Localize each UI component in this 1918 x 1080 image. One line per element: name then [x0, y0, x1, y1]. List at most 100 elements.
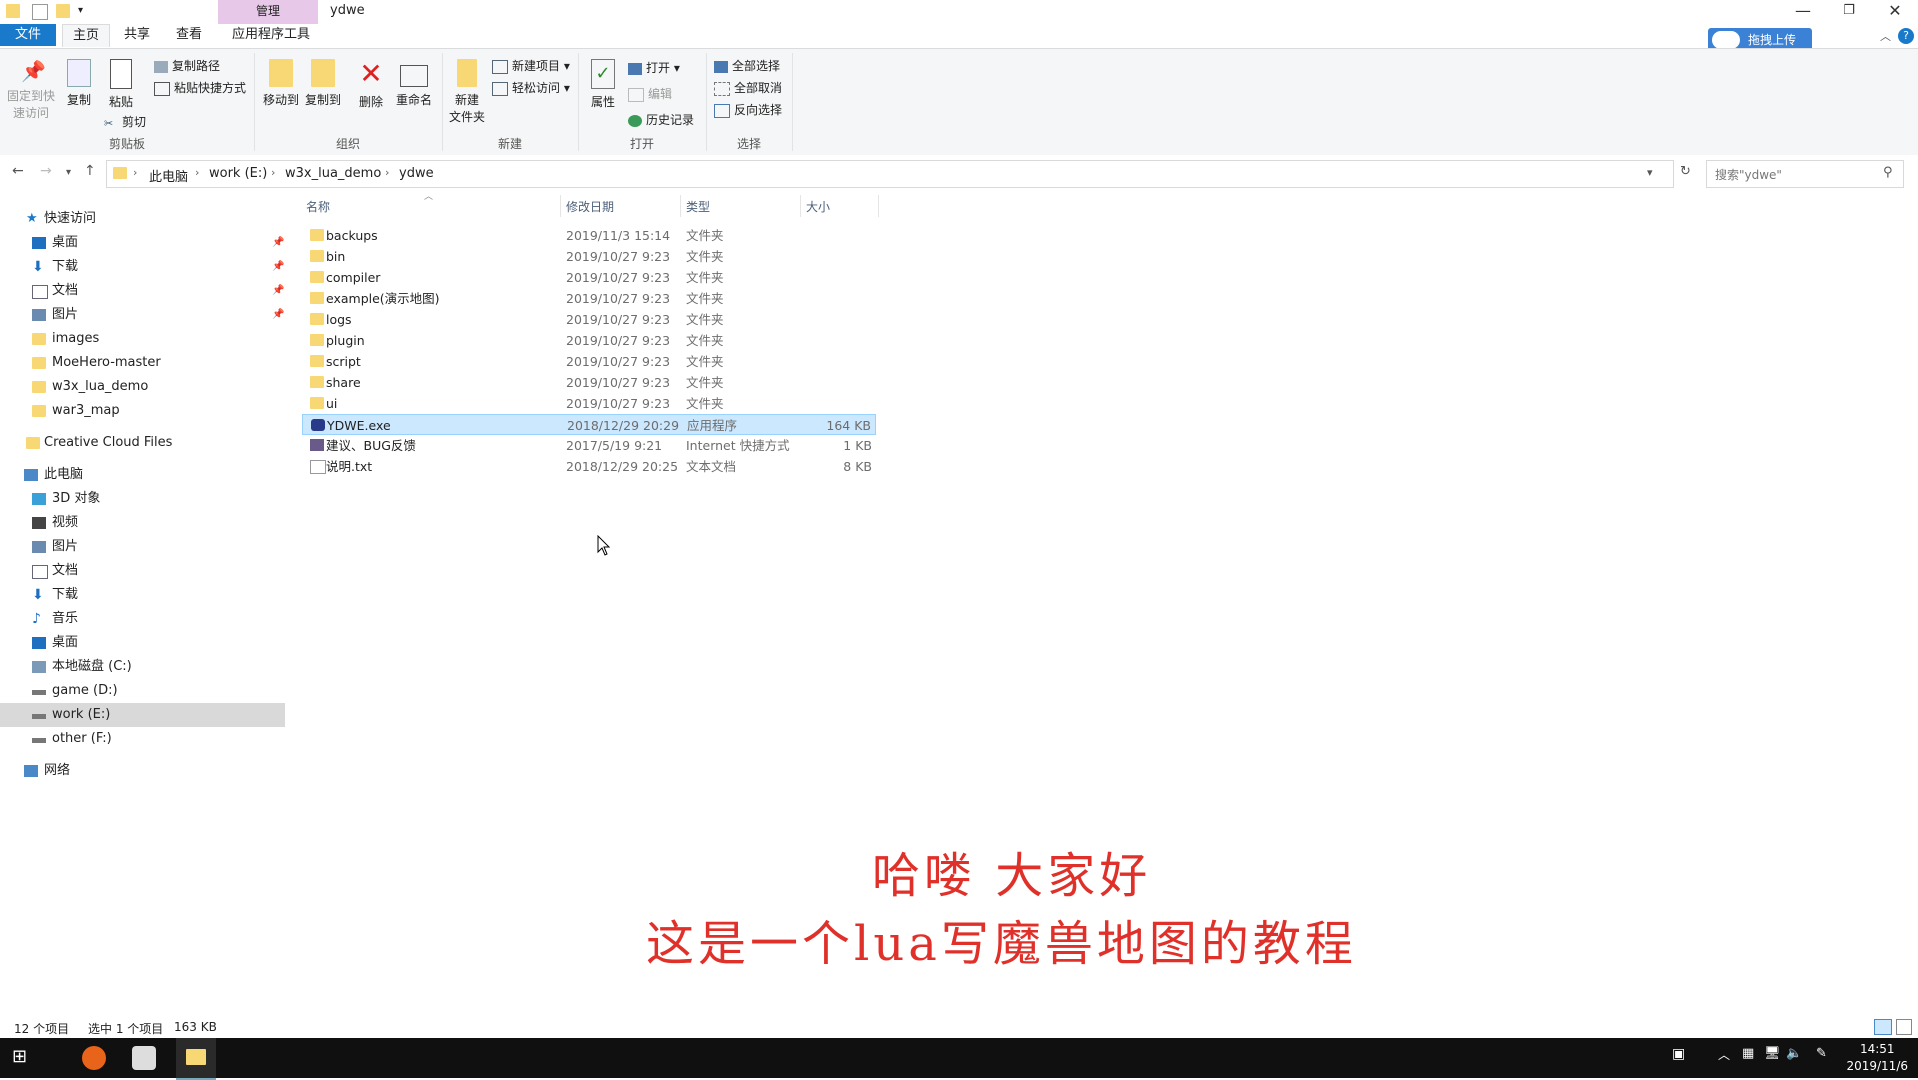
- nav-item-3d-objects[interactable]: 3D 对象: [0, 487, 285, 511]
- file-row-logs[interactable]: logs 2019/10/27 9:23 文件夹: [302, 309, 876, 330]
- system-tray-app-icon[interactable]: ▣: [1672, 1046, 1696, 1070]
- nav-quick-access[interactable]: ★ 快速访问: [0, 207, 285, 231]
- recent-locations-chevron-icon[interactable]: ▾: [66, 167, 71, 178]
- windows-start-icon[interactable]: ⊞: [12, 1046, 36, 1070]
- large-icons-view-icon[interactable]: [1896, 1019, 1912, 1035]
- minimize-button[interactable]: —: [1780, 0, 1826, 24]
- nav-item-videos[interactable]: 视频: [0, 511, 285, 535]
- tab-home[interactable]: 主页: [62, 24, 111, 47]
- manage-tab[interactable]: 管理: [218, 0, 318, 24]
- nav-item-moehero-master[interactable]: MoeHero-master: [0, 351, 285, 375]
- pin-icon[interactable]: 📌: [272, 231, 284, 255]
- tab-file[interactable]: 文件: [0, 24, 56, 46]
- search-input[interactable]: 搜索"ydwe": [1715, 166, 1782, 183]
- cut-button[interactable]: ✂ 剪切: [104, 113, 146, 130]
- firefox-icon[interactable]: [82, 1046, 106, 1070]
- forward-arrow-icon[interactable]: →: [40, 163, 52, 179]
- up-arrow-icon[interactable]: ↑: [84, 163, 96, 179]
- file-row-ui[interactable]: ui 2019/10/27 9:23 文件夹: [302, 393, 876, 414]
- volume-icon[interactable]: 🔈: [1786, 1046, 1810, 1070]
- nav-item-drive-d[interactable]: game (D:): [0, 679, 285, 703]
- restore-button[interactable]: ❐: [1826, 0, 1872, 24]
- easy-access-button[interactable]: 轻松访问 ▾: [492, 79, 570, 96]
- breadcrumb-work-drive[interactable]: work (E:): [209, 166, 267, 181]
- tray-chevron-up-icon[interactable]: ︿: [1718, 1046, 1742, 1070]
- nav-item-pc-desktop[interactable]: 桌面: [0, 631, 285, 655]
- edit-button[interactable]: 编辑: [628, 85, 672, 102]
- paste-button[interactable]: 粘贴: [104, 59, 138, 110]
- select-none-button[interactable]: 全部取消: [714, 79, 782, 96]
- search-box[interactable]: 搜索"ydwe" ⚲: [1706, 160, 1904, 188]
- copy-to-button[interactable]: 复制到: [304, 59, 342, 108]
- nav-item-drive-c[interactable]: 本地磁盘 (C:): [0, 655, 285, 679]
- column-header-name[interactable]: 名称: [306, 198, 330, 215]
- new-folder-icon[interactable]: [56, 4, 70, 18]
- delete-button[interactable]: ✕ 删除: [354, 59, 388, 110]
- nav-network[interactable]: 网络: [0, 759, 285, 783]
- address-bar[interactable]: › 此电脑 › work (E:) › w3x_lua_demo › ydwe …: [106, 160, 1674, 188]
- file-row-backups[interactable]: backups 2019/11/3 15:14 文件夹: [302, 225, 876, 246]
- copy-path-button[interactable]: 复制路径: [154, 57, 220, 74]
- nav-item-pc-documents[interactable]: 文档: [0, 559, 285, 583]
- details-view-icon[interactable]: [1874, 1019, 1892, 1035]
- file-row-example[interactable]: example(演示地图) 2019/10/27 9:23 文件夹: [302, 288, 876, 309]
- nav-item-pc-pictures[interactable]: 图片: [0, 535, 285, 559]
- nav-item-desktop[interactable]: 桌面 📌: [0, 231, 285, 255]
- file-row-bug-feedback[interactable]: 建议、BUG反馈 2017/5/19 9:21 Internet 快捷方式 1 KB: [302, 435, 876, 456]
- tab-view[interactable]: 查看: [166, 24, 212, 46]
- column-header-date[interactable]: 修改日期: [566, 198, 614, 215]
- properties-icon[interactable]: [32, 4, 48, 20]
- search-icon[interactable]: ⚲: [1883, 165, 1893, 180]
- history-button[interactable]: 历史记录: [628, 111, 694, 128]
- invert-selection-button[interactable]: 反向选择: [714, 101, 782, 118]
- file-row-plugin[interactable]: plugin 2019/10/27 9:23 文件夹: [302, 330, 876, 351]
- nav-item-drive-e[interactable]: work (E:): [0, 703, 285, 727]
- back-arrow-icon[interactable]: ←: [12, 163, 24, 179]
- breadcrumb-this-pc[interactable]: 此电脑: [149, 166, 188, 185]
- nav-item-documents[interactable]: 文档 📌: [0, 279, 285, 303]
- address-dropdown-chevron-icon[interactable]: ▾: [1647, 166, 1653, 179]
- help-icon[interactable]: ?: [1898, 28, 1914, 44]
- nav-item-war3-map[interactable]: war3_map: [0, 399, 285, 423]
- paste-shortcut-button[interactable]: 粘贴快捷方式: [154, 79, 246, 96]
- nav-this-pc[interactable]: 此电脑: [0, 463, 285, 487]
- properties-button[interactable]: ✓ 属性: [586, 59, 620, 110]
- file-row-ydwe-exe[interactable]: YDWE.exe 2018/12/29 20:29 应用程序 164 KB: [302, 414, 876, 435]
- network-status-icon[interactable]: 🖥: [1764, 1046, 1788, 1070]
- nav-item-pc-downloads[interactable]: ⬇ 下载: [0, 583, 285, 607]
- move-to-button[interactable]: 移动到: [262, 59, 300, 108]
- nav-item-images[interactable]: images: [0, 327, 285, 351]
- tray-app-icon[interactable]: ▦: [1742, 1046, 1766, 1070]
- nav-item-drive-f[interactable]: other (F:): [0, 727, 285, 751]
- pin-quick-access-button[interactable]: 📌 固定到快 速访问: [6, 59, 56, 121]
- new-folder-button[interactable]: 新建 文件夹: [448, 59, 486, 125]
- new-item-button[interactable]: 新建项目 ▾: [492, 57, 570, 74]
- copy-button[interactable]: 复制: [62, 59, 96, 108]
- pen-ink-icon[interactable]: ✎: [1816, 1046, 1840, 1070]
- breadcrumb-ydwe[interactable]: ydwe: [399, 166, 434, 181]
- file-explorer-taskbar-icon[interactable]: [176, 1038, 216, 1080]
- nav-creative-cloud-files[interactable]: Creative Cloud Files: [0, 431, 285, 455]
- column-header-size[interactable]: 大小: [806, 198, 830, 215]
- rename-button[interactable]: 重命名: [394, 59, 434, 108]
- file-row-bin[interactable]: bin 2019/10/27 9:23 文件夹: [302, 246, 876, 267]
- chevron-down-icon[interactable]: ▾: [78, 4, 92, 18]
- nav-item-music[interactable]: ♪ 音乐: [0, 607, 285, 631]
- twitch-icon[interactable]: [132, 1046, 156, 1070]
- file-row-script[interactable]: script 2019/10/27 9:23 文件夹: [302, 351, 876, 372]
- taskbar-clock[interactable]: 14:51 2019/11/6: [1846, 1041, 1908, 1075]
- collapse-ribbon-icon[interactable]: ︿: [1880, 28, 1891, 44]
- select-all-button[interactable]: 全部选择: [714, 57, 780, 74]
- file-row-compiler[interactable]: compiler 2019/10/27 9:23 文件夹: [302, 267, 876, 288]
- pin-icon[interactable]: 📌: [272, 303, 284, 327]
- pin-icon[interactable]: 📌: [272, 279, 284, 303]
- nav-item-w3x-lua-demo[interactable]: w3x_lua_demo: [0, 375, 285, 399]
- file-row-share[interactable]: share 2019/10/27 9:23 文件夹: [302, 372, 876, 393]
- tab-share[interactable]: 共享: [114, 24, 160, 46]
- close-button[interactable]: ✕: [1872, 0, 1918, 24]
- nav-item-downloads[interactable]: ⬇ 下载 📌: [0, 255, 285, 279]
- file-row-readme-txt[interactable]: 说明.txt 2018/12/29 20:25 文本文档 8 KB: [302, 456, 876, 477]
- column-header-type[interactable]: 类型: [686, 198, 710, 215]
- breadcrumb-w3x-lua-demo[interactable]: w3x_lua_demo: [285, 166, 381, 181]
- pin-icon[interactable]: 📌: [272, 255, 284, 279]
